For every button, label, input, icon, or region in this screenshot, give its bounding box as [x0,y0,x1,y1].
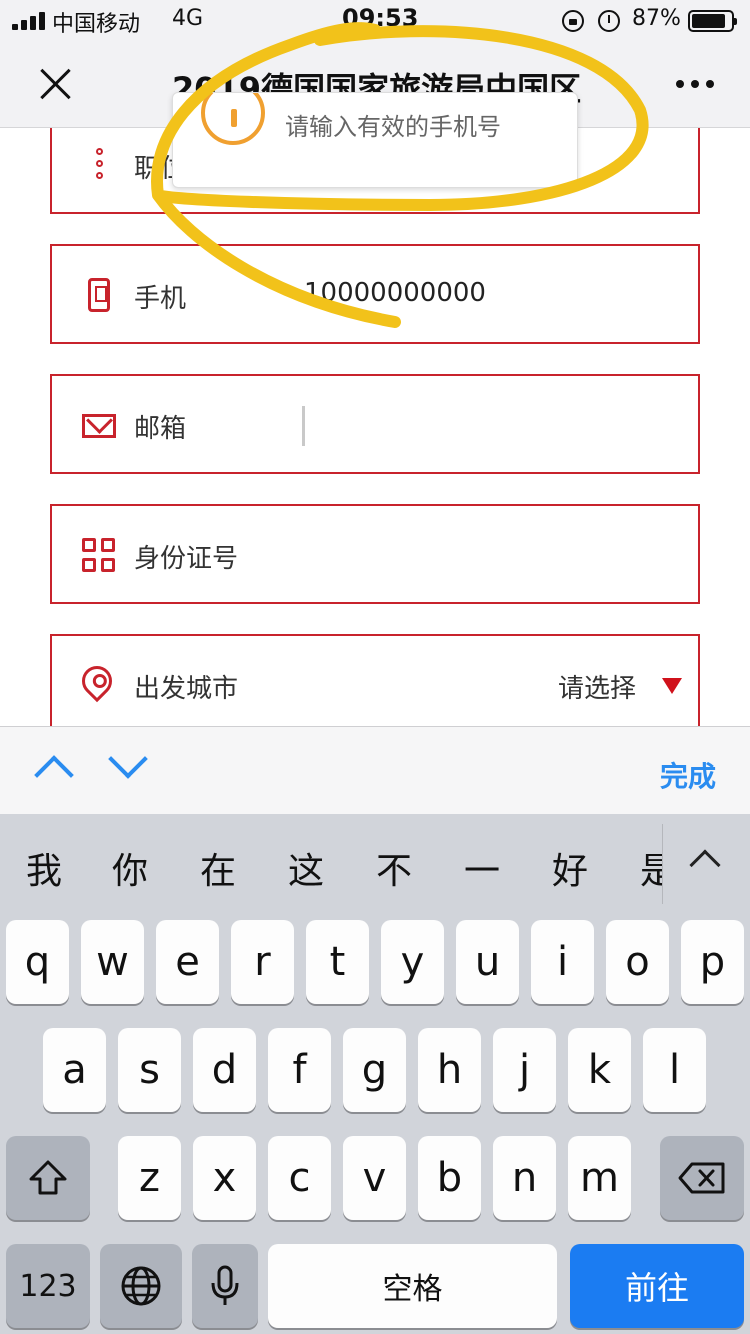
keyboard: 我 你 在 这 不 一 好 是 q w e r t y u i o p a s … [0,814,750,1334]
key[interactable]: f [268,1028,331,1112]
numbers-key[interactable]: 123 [6,1244,90,1328]
candidate-word[interactable]: 好 [552,842,588,894]
status-bar: 中国移动 4G 09:53 87% [0,0,750,42]
key[interactable]: x [193,1136,256,1220]
more-icon[interactable] [676,80,714,88]
backspace-key[interactable] [660,1136,744,1220]
key[interactable]: s [118,1028,181,1112]
key[interactable]: m [568,1136,631,1220]
shift-icon [29,1160,67,1195]
key[interactable]: v [343,1136,406,1220]
chevron-up-icon[interactable] [34,755,74,795]
phone-icon [88,278,110,312]
key[interactable]: h [418,1028,481,1112]
candidate-word[interactable]: 这 [288,842,324,894]
network-type: 4G [172,6,204,31]
grid-icon [82,538,116,572]
text-caret [302,406,305,446]
signal-icon [12,12,45,30]
lock-rotation-icon [562,10,584,32]
key[interactable]: u [456,920,519,1004]
close-icon[interactable] [34,62,78,106]
mail-icon [82,414,116,438]
carrier-label: 中国移动 [52,12,141,37]
globe-key[interactable] [100,1244,182,1328]
candidate-bar: 我 你 在 这 不 一 好 是 [0,814,750,914]
key[interactable]: z [118,1136,181,1220]
candidate-word[interactable]: 不 [376,842,412,894]
field-label: 手机 [134,284,187,314]
key[interactable]: a [43,1028,106,1112]
key[interactable]: i [531,920,594,1004]
key[interactable]: g [343,1028,406,1112]
phone-field[interactable]: 手机 10000000000 [50,244,700,344]
backspace-icon [678,1162,725,1194]
registration-form: 职位 手机 10000000000 邮箱 身份证号 出发城市 请选择 [0,128,750,726]
battery-percent: 87% [632,6,681,31]
email-field[interactable]: 邮箱 [50,374,700,474]
toast: 请输入有效的手机号 [172,92,578,188]
key[interactable]: c [268,1136,331,1220]
field-label: 出发城市 [134,674,239,704]
candidate-word[interactable]: 在 [200,842,236,894]
location-pin-icon [75,659,119,703]
chevron-up-icon[interactable] [689,849,721,881]
key[interactable]: t [306,920,369,1004]
city-select-value[interactable]: 请选择 [558,668,636,705]
globe-icon [121,1266,161,1306]
more-vertical-icon [82,148,116,182]
key[interactable]: q [6,920,69,1004]
candidate-word[interactable]: 我 [26,842,62,894]
field-label: 身份证号 [134,544,239,574]
phone-input-value[interactable]: 10000000000 [304,278,486,308]
warning-icon [201,93,265,145]
keyboard-accessory-bar: 完成 [0,726,750,814]
key[interactable]: y [381,920,444,1004]
chevron-down-icon[interactable] [108,739,148,779]
candidate-word[interactable]: 是 [640,842,662,894]
key[interactable]: l [643,1028,706,1112]
id-number-field[interactable]: 身份证号 [50,504,700,604]
alarm-icon [598,10,620,32]
battery-icon [688,10,737,32]
key[interactable]: w [81,920,144,1004]
candidate-word[interactable]: 一 [464,842,500,894]
key[interactable]: o [606,920,669,1004]
toast-message: 请输入有效的手机号 [285,113,501,141]
clock: 09:53 [342,4,419,32]
field-label: 邮箱 [134,414,187,444]
candidate-word[interactable]: 你 [112,842,148,894]
done-button[interactable]: 完成 [660,755,716,795]
dropdown-triangle-icon[interactable] [662,678,682,694]
key[interactable]: j [493,1028,556,1112]
space-key[interactable]: 空格 [268,1244,557,1328]
key[interactable]: p [681,920,744,1004]
microphone-icon [211,1265,239,1305]
departure-city-field[interactable]: 出发城市 请选择 [50,634,700,726]
candidate-separator [662,824,663,904]
dictation-key[interactable] [192,1244,258,1328]
go-key[interactable]: 前往 [570,1244,744,1328]
key[interactable]: n [493,1136,556,1220]
key[interactable]: e [156,920,219,1004]
shift-key[interactable] [6,1136,90,1220]
key[interactable]: k [568,1028,631,1112]
key[interactable]: d [193,1028,256,1112]
key[interactable]: r [231,920,294,1004]
key[interactable]: b [418,1136,481,1220]
